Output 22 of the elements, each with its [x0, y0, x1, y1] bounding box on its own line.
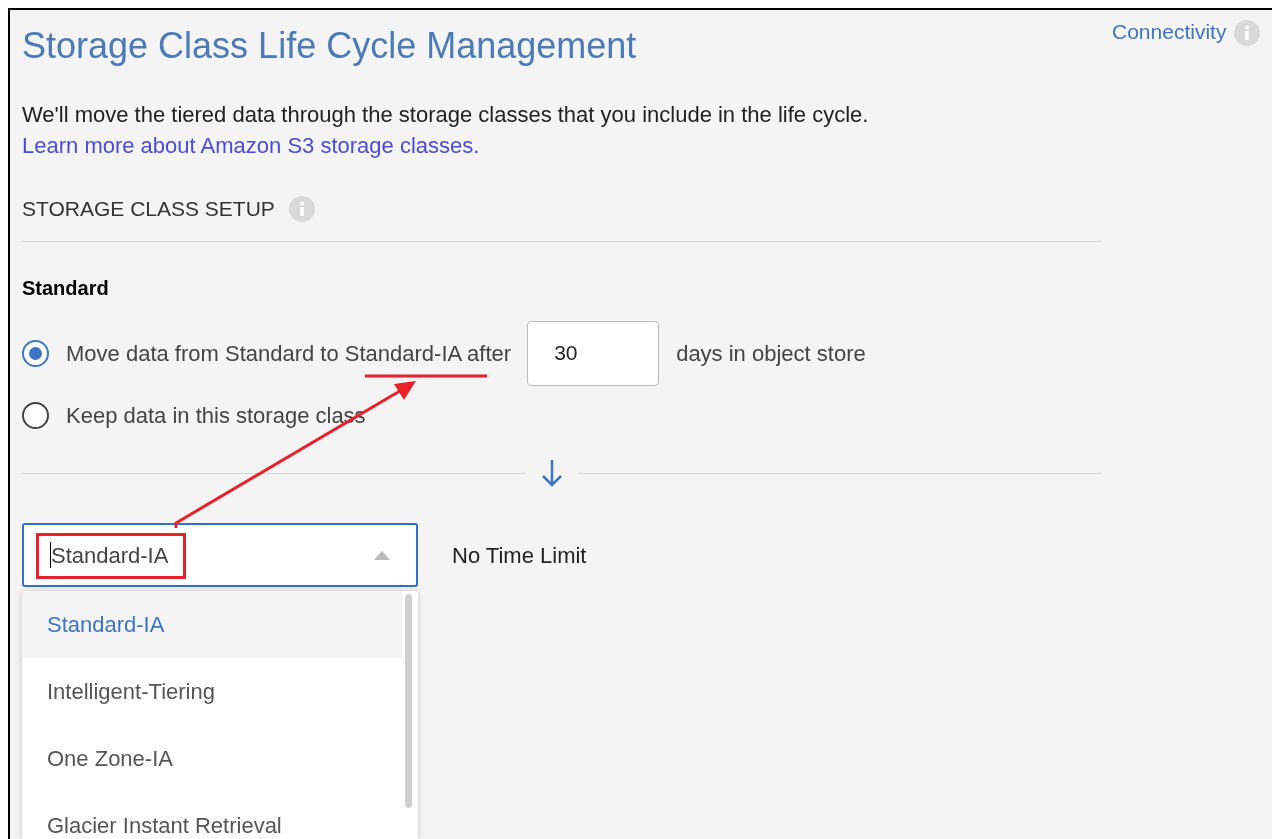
radio-button[interactable] — [22, 401, 49, 429]
connectivity-link[interactable]: Connectivity — [1112, 18, 1227, 46]
dropdown-option[interactable]: Intelligent-Tiering — [22, 658, 402, 725]
intro-text: We'll move the tiered data through the storage classes that you include in the life cycle. — [22, 101, 869, 129]
info-icon[interactable] — [1234, 20, 1261, 46]
dropdown-option[interactable]: Glacier Instant Retrieval — [22, 792, 402, 839]
page-title: Storage Class Life Cycle Management — [22, 24, 637, 68]
down-arrow-icon — [540, 458, 564, 488]
storage-class-select[interactable]: Standard-IA — [22, 523, 418, 587]
days-input[interactable]: 30 — [527, 320, 660, 386]
scrollbar[interactable] — [405, 594, 412, 808]
info-icon[interactable] — [288, 196, 315, 222]
time-limit-label: No Time Limit — [452, 541, 587, 570]
tier-heading: Standard — [22, 276, 109, 300]
dropdown-option[interactable]: Standard-IA — [22, 591, 402, 658]
section-heading: STORAGE CLASS SETUP — [22, 196, 275, 223]
radio-button[interactable] — [22, 339, 49, 367]
option-label: Move data from Standard to Standard-IA after — [66, 339, 512, 368]
caret-icon — [374, 550, 390, 560]
learn-more-link[interactable]: Learn more about Amazon S3 storage classes. — [22, 130, 480, 161]
dropdown-option[interactable]: One Zone-IA — [22, 725, 402, 792]
days-label: days in object store — [676, 339, 866, 368]
